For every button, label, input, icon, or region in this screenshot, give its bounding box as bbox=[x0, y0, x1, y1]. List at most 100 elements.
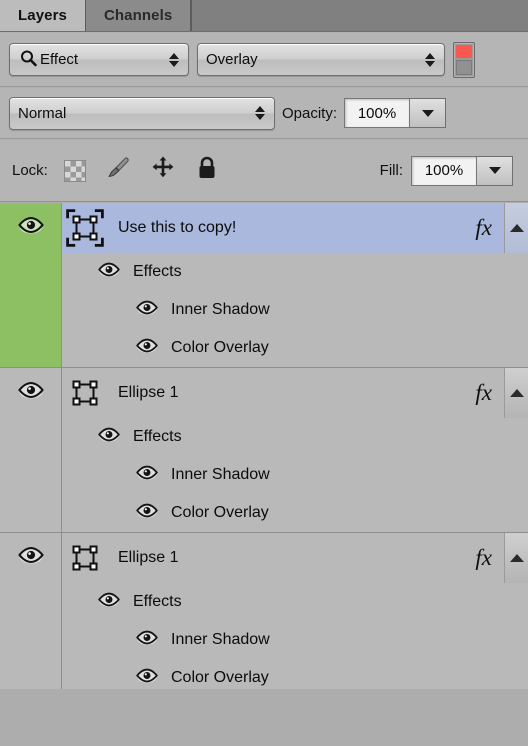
effect-row[interactable]: Inner Shadow bbox=[62, 621, 528, 659]
effect-visibility-toggle[interactable] bbox=[132, 299, 162, 321]
layer-collapse-button[interactable] bbox=[504, 533, 528, 583]
toggle-on-indicator bbox=[456, 44, 472, 58]
effect-label: Color Overlay bbox=[171, 669, 269, 686]
lock-image-pixels-button[interactable] bbox=[106, 157, 132, 184]
chevron-up-icon bbox=[509, 554, 524, 562]
filter-value-stepper-icon[interactable] bbox=[425, 52, 435, 67]
tab-channels[interactable]: Channels bbox=[85, 0, 192, 31]
effects-visibility-toggle[interactable] bbox=[94, 261, 124, 283]
layer-thumbnail[interactable] bbox=[62, 208, 108, 248]
layer-collapse-button[interactable] bbox=[504, 368, 528, 418]
chevron-up-icon bbox=[509, 224, 524, 232]
effect-visibility-toggle[interactable] bbox=[132, 629, 162, 651]
layer-collapse-button[interactable] bbox=[504, 203, 528, 253]
layer-group-body: Ellipse 1 fx Effects Inner Shadow Color Over… bbox=[62, 368, 528, 532]
layer-visibility-toggle[interactable] bbox=[0, 533, 62, 697]
layer-row[interactable]: Ellipse 1 fx bbox=[62, 533, 528, 583]
filter-value: Overlay bbox=[206, 51, 258, 68]
effects-header-row[interactable]: Effects bbox=[62, 253, 528, 291]
tab-bar-filler bbox=[191, 0, 528, 31]
effects-visibility-toggle[interactable] bbox=[94, 591, 124, 613]
lock-position-button[interactable] bbox=[150, 155, 176, 186]
effect-visibility-toggle[interactable] bbox=[132, 337, 162, 359]
effects-label: Effects bbox=[133, 263, 182, 280]
effect-label: Color Overlay bbox=[171, 504, 269, 521]
layer-name-label: Use this to copy! bbox=[118, 219, 237, 236]
layer-visibility-toggle[interactable] bbox=[0, 203, 62, 367]
effect-row[interactable]: Color Overlay bbox=[62, 329, 528, 367]
toggle-off-indicator bbox=[456, 59, 472, 75]
layer-effects-badge[interactable]: fx bbox=[475, 545, 502, 571]
layer-row[interactable]: Use this to copy! fx bbox=[62, 203, 528, 253]
blend-mode-value: Normal bbox=[18, 104, 67, 122]
effects-header-row[interactable]: Effects bbox=[62, 583, 528, 621]
tab-layers[interactable]: Layers bbox=[0, 0, 86, 31]
effect-row[interactable]: Inner Shadow bbox=[62, 291, 528, 329]
blend-mode-stepper-icon[interactable] bbox=[255, 106, 265, 120]
layer-group-body: Use this to copy! fx Effects Inner Shadow Co… bbox=[62, 203, 528, 367]
lock-transparent-pixels-button[interactable] bbox=[62, 158, 88, 184]
tab-channels-label: Channels bbox=[103, 7, 173, 24]
effects-label: Effects bbox=[133, 428, 182, 445]
fill-dropdown-button[interactable] bbox=[477, 155, 513, 186]
eye-icon bbox=[135, 337, 159, 359]
eye-icon bbox=[17, 545, 45, 697]
fill-control: 100% bbox=[411, 155, 513, 186]
blend-mode-select[interactable]: Normal bbox=[9, 96, 275, 130]
lock-buttons-group bbox=[62, 155, 220, 186]
layer-group: Ellipse 1 fx Effects Inner Shadow Color Over… bbox=[0, 368, 528, 533]
tab-layers-label: Layers bbox=[18, 7, 67, 24]
panel-footer-area bbox=[0, 689, 528, 746]
layer-thumbnail[interactable] bbox=[62, 373, 108, 413]
checkerboard-icon bbox=[63, 159, 86, 182]
effect-row[interactable]: Color Overlay bbox=[62, 494, 528, 532]
opacity-dropdown-button[interactable] bbox=[410, 98, 447, 128]
lock-fill-row: Lock: Fill: 100% bbox=[0, 140, 528, 202]
eye-icon bbox=[17, 380, 45, 532]
eye-icon bbox=[135, 667, 159, 689]
effects-visibility-toggle[interactable] bbox=[94, 426, 124, 448]
filter-type-select[interactable]: Effect bbox=[9, 43, 189, 76]
eye-icon bbox=[135, 629, 159, 651]
lock-icon bbox=[195, 155, 219, 186]
eye-icon bbox=[97, 591, 121, 613]
layer-thumbnail[interactable] bbox=[62, 538, 108, 578]
eye-icon bbox=[135, 299, 159, 321]
layer-row[interactable]: Ellipse 1 fx bbox=[62, 368, 528, 418]
panel-tab-bar: Layers Channels bbox=[0, 0, 528, 32]
chevron-down-icon bbox=[488, 167, 501, 174]
chevron-up-icon bbox=[509, 389, 524, 397]
effect-row[interactable]: Inner Shadow bbox=[62, 456, 528, 494]
filter-enable-toggle[interactable] bbox=[453, 41, 475, 78]
search-icon bbox=[20, 49, 37, 70]
lock-all-button[interactable] bbox=[194, 155, 220, 186]
filter-type-stepper-icon[interactable] bbox=[169, 52, 179, 67]
effect-visibility-toggle[interactable] bbox=[132, 667, 162, 689]
effect-visibility-toggle[interactable] bbox=[132, 464, 162, 486]
opacity-label: Opacity: bbox=[282, 104, 338, 122]
layer-visibility-toggle[interactable] bbox=[0, 368, 62, 532]
fill-input[interactable]: 100% bbox=[411, 155, 477, 186]
chevron-down-icon bbox=[421, 109, 434, 117]
opacity-input[interactable]: 100% bbox=[344, 98, 411, 128]
layer-group: Use this to copy! fx Effects Inner Shadow Co… bbox=[0, 203, 528, 368]
eye-icon bbox=[135, 502, 159, 524]
eye-icon bbox=[97, 426, 121, 448]
effect-label: Color Overlay bbox=[171, 339, 269, 356]
blend-opacity-row: Normal Opacity: 100% bbox=[0, 88, 528, 139]
layer-list[interactable]: Use this to copy! fx Effects Inner Shadow Co… bbox=[0, 203, 528, 698]
lock-label: Lock: bbox=[12, 162, 48, 179]
filter-value-select[interactable]: Overlay bbox=[197, 43, 445, 76]
layer-effects-badge[interactable]: fx bbox=[475, 215, 502, 241]
fill-label: Fill: bbox=[379, 162, 403, 179]
layer-effects-badge[interactable]: fx bbox=[475, 380, 502, 406]
layer-name-label: Ellipse 1 bbox=[118, 549, 179, 566]
effects-header-row[interactable]: Effects bbox=[62, 418, 528, 456]
layer-group-body: Ellipse 1 fx Effects Inner Shadow Color Over… bbox=[62, 533, 528, 697]
eye-icon bbox=[135, 464, 159, 486]
layer-name-label: Ellipse 1 bbox=[118, 384, 179, 401]
move-arrows-icon bbox=[150, 155, 176, 186]
layers-panel: Layers Channels Effect Overlay Normal Op… bbox=[0, 0, 528, 746]
effect-visibility-toggle[interactable] bbox=[132, 502, 162, 524]
eye-icon bbox=[97, 261, 121, 283]
